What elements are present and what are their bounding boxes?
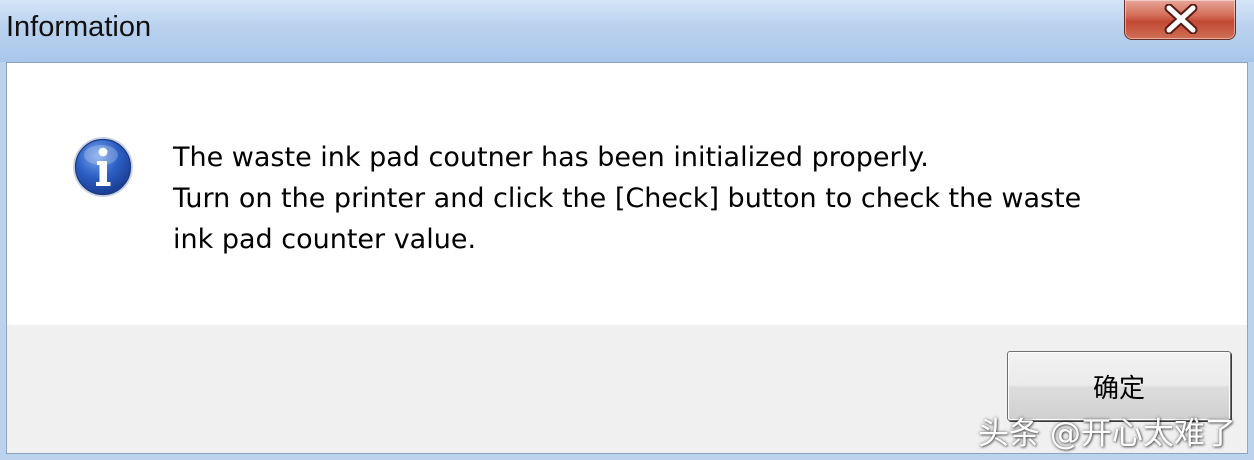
watermark: 头条 @开心太难了 <box>978 416 1236 452</box>
window-title: Information <box>6 11 152 43</box>
info-icon <box>73 137 133 197</box>
message-text: The waste ink pad coutner has been initi… <box>173 137 1213 260</box>
close-button[interactable] <box>1124 0 1236 40</box>
close-icon <box>1164 4 1198 34</box>
title-bar[interactable]: Information <box>0 0 1254 62</box>
dialog-window: Information The waste ink pad coutner ha… <box>0 0 1254 460</box>
message-area: The waste ink pad coutner has been initi… <box>7 63 1247 325</box>
dialog-body: The waste ink pad coutner has been initi… <box>6 62 1248 454</box>
message-line: ink pad counter value. <box>173 224 477 255</box>
message-line: Turn on the printer and click the [Check… <box>173 183 1082 214</box>
message-line: The waste ink pad coutner has been initi… <box>173 142 929 173</box>
